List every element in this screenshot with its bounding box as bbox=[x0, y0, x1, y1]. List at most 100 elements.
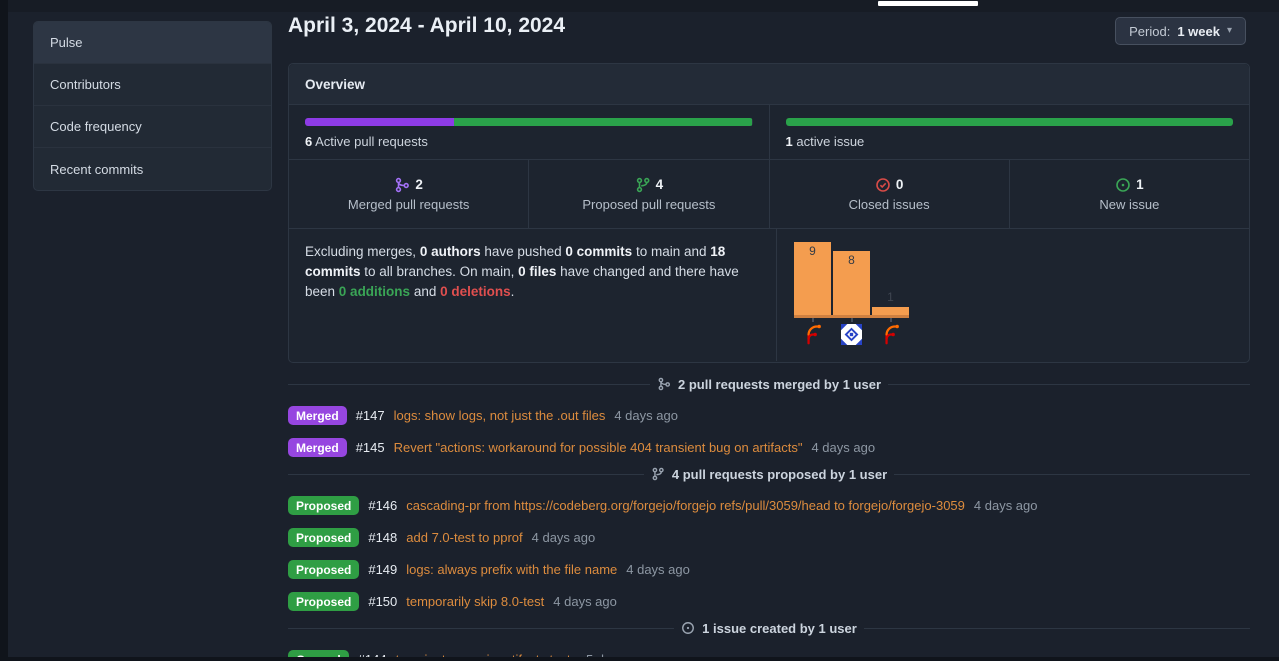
issue-closed-icon bbox=[875, 177, 891, 193]
activity-sidebar: Pulse Contributors Code frequency Recent… bbox=[33, 21, 272, 191]
git-branch-icon bbox=[635, 177, 651, 193]
merged-section-title: 2 pull requests merged by 1 user bbox=[678, 377, 881, 392]
pr-title-link[interactable]: add 7.0-test to pprof bbox=[406, 530, 522, 545]
status-badge-proposed[interactable]: Proposed bbox=[288, 496, 359, 515]
forgejo-avatar[interactable] bbox=[880, 324, 901, 345]
summary-commits-main: 0 commits bbox=[565, 244, 632, 259]
merged-segment bbox=[305, 118, 454, 126]
pull-request-progress: 6 Active pull requests bbox=[289, 105, 769, 159]
pull-request-row: Proposed #150 temporarily skip 8.0-test … bbox=[288, 591, 1250, 612]
new-issue-segment bbox=[786, 118, 1234, 126]
new-issue-count: 1 bbox=[1136, 177, 1144, 192]
summary-deletions: 0 deletions bbox=[440, 284, 511, 299]
sidebar-item-code-frequency[interactable]: Code frequency bbox=[34, 106, 271, 148]
stat-merged-pull-requests[interactable]: 2 Merged pull requests bbox=[289, 160, 528, 228]
chart-ticks bbox=[794, 318, 1249, 322]
period-dropdown[interactable]: Period: 1 week ▾ bbox=[1115, 17, 1246, 45]
proposed-segment bbox=[454, 118, 752, 126]
overview-bottom-row: Excluding merges, 0 authors have pushed … bbox=[289, 229, 1249, 361]
pr-number: #146 bbox=[368, 498, 397, 513]
merged-label: Merged pull requests bbox=[348, 197, 469, 212]
activity-summary-text: Excluding merges, 0 authors have pushed … bbox=[305, 242, 760, 302]
commit-bar-chart: 9 8 1 bbox=[794, 242, 909, 318]
status-badge-proposed[interactable]: Proposed bbox=[288, 560, 359, 579]
merged-section-header: 2 pull requests merged by 1 user bbox=[288, 374, 1250, 394]
issue-opened-icon bbox=[681, 621, 695, 635]
stat-new-issues[interactable]: 1 New issue bbox=[1009, 160, 1249, 228]
summary-additions: 0 additions bbox=[339, 284, 410, 299]
sidebar-item-recent-commits[interactable]: Recent commits bbox=[34, 148, 271, 190]
pr-number: #145 bbox=[356, 440, 385, 455]
sidebar-item-pulse[interactable]: Pulse bbox=[34, 22, 271, 64]
active-pr-text: Active pull requests bbox=[315, 134, 428, 149]
summary-segment: . bbox=[511, 284, 515, 299]
pull-request-row: Proposed #146 cascading-pr from https://… bbox=[288, 495, 1250, 516]
pull-request-row: Merged #147 logs: show logs, not just th… bbox=[288, 405, 1250, 426]
chevron-down-icon: ▾ bbox=[1227, 26, 1232, 36]
pr-title-link[interactable]: logs: show logs, not just the .out files bbox=[394, 408, 606, 423]
merged-count: 2 bbox=[415, 177, 423, 192]
commit-bar: 8 bbox=[833, 251, 870, 315]
pulse-page: Pulse Contributors Code frequency Recent… bbox=[0, 0, 1279, 661]
pull-request-row: Proposed #148 add 7.0-test to pprof 4 da… bbox=[288, 527, 1250, 548]
pr-title-link[interactable]: cascading-pr from https://codeberg.org/f… bbox=[406, 498, 965, 513]
issue-progress-bar bbox=[786, 118, 1234, 126]
summary-files: 0 files bbox=[518, 264, 556, 279]
period-label: Period: bbox=[1129, 24, 1170, 39]
overview-panel: Overview 6 Active pull requests 1 act bbox=[288, 63, 1250, 363]
proposed-section-header: 4 pull requests proposed by 1 user bbox=[288, 464, 1250, 484]
summary-column: Excluding merges, 0 authors have pushed … bbox=[289, 229, 776, 361]
pr-title-link[interactable]: temporarily skip 8.0-test bbox=[406, 594, 544, 609]
pr-time: 4 days ago bbox=[532, 530, 596, 545]
pull-request-row: Merged #145 Revert "actions: workaround … bbox=[288, 437, 1250, 458]
sidebar-item-contributors[interactable]: Contributors bbox=[34, 64, 271, 106]
active-issue-count: 1 bbox=[786, 134, 793, 149]
pull-request-progress-label: 6 Active pull requests bbox=[305, 134, 753, 149]
identicon-avatar[interactable] bbox=[841, 324, 862, 345]
chart-avatars bbox=[794, 324, 1249, 345]
summary-segment: to all branches. On main, bbox=[361, 264, 519, 279]
proposed-section-title: 4 pull requests proposed by 1 user bbox=[672, 467, 887, 482]
pr-time: 4 days ago bbox=[553, 594, 617, 609]
status-badge-merged[interactable]: Merged bbox=[288, 406, 347, 425]
window-bottom-edge bbox=[0, 657, 1279, 661]
window-left-edge bbox=[0, 0, 8, 661]
progress-row: 6 Active pull requests 1 active issue bbox=[289, 105, 1249, 159]
issue-opened-icon bbox=[1115, 177, 1131, 193]
status-badge-proposed[interactable]: Proposed bbox=[288, 528, 359, 547]
proposed-count: 4 bbox=[656, 177, 664, 192]
commit-chart-column: 9 8 1 bbox=[776, 229, 1249, 361]
issues-section-header: 1 issue created by 1 user bbox=[288, 618, 1250, 638]
stat-closed-issues[interactable]: 0 Closed issues bbox=[769, 160, 1009, 228]
stat-proposed-pull-requests[interactable]: 4 Proposed pull requests bbox=[528, 160, 768, 228]
issues-section-title: 1 issue created by 1 user bbox=[702, 621, 857, 636]
pr-time: 4 days ago bbox=[626, 562, 690, 577]
bar-value: 9 bbox=[794, 244, 831, 258]
git-merge-icon bbox=[394, 177, 410, 193]
summary-segment: Excluding merges, bbox=[305, 244, 420, 259]
bar-value: 1 bbox=[872, 290, 909, 304]
pr-title-link[interactable]: Revert "actions: workaround for possible… bbox=[394, 440, 803, 455]
window-top-edge bbox=[0, 0, 1279, 12]
summary-segment: and bbox=[410, 284, 440, 299]
page-title: April 3, 2024 - April 10, 2024 bbox=[288, 14, 565, 38]
issue-progress-label: 1 active issue bbox=[786, 134, 1234, 149]
commit-bar: 1 bbox=[872, 307, 909, 315]
git-branch-icon bbox=[651, 467, 665, 481]
issue-progress: 1 active issue bbox=[769, 105, 1250, 159]
status-badge-proposed[interactable]: Proposed bbox=[288, 592, 359, 611]
bar-value: 8 bbox=[833, 253, 870, 267]
pr-number: #148 bbox=[368, 530, 397, 545]
pr-number: #149 bbox=[368, 562, 397, 577]
commit-bar: 9 bbox=[794, 242, 831, 315]
pr-time: 4 days ago bbox=[614, 408, 678, 423]
pr-title-link[interactable]: logs: always prefix with the file name bbox=[406, 562, 617, 577]
overview-header: Overview bbox=[289, 64, 1249, 105]
stats-row: 2 Merged pull requests 4 Proposed pull r… bbox=[289, 159, 1249, 229]
pr-time: 4 days ago bbox=[974, 498, 1038, 513]
proposed-label: Proposed pull requests bbox=[582, 197, 715, 212]
status-badge-merged[interactable]: Merged bbox=[288, 438, 347, 457]
forgejo-avatar[interactable] bbox=[802, 324, 823, 345]
pr-number: #150 bbox=[368, 594, 397, 609]
active-issue-text: active issue bbox=[796, 134, 864, 149]
